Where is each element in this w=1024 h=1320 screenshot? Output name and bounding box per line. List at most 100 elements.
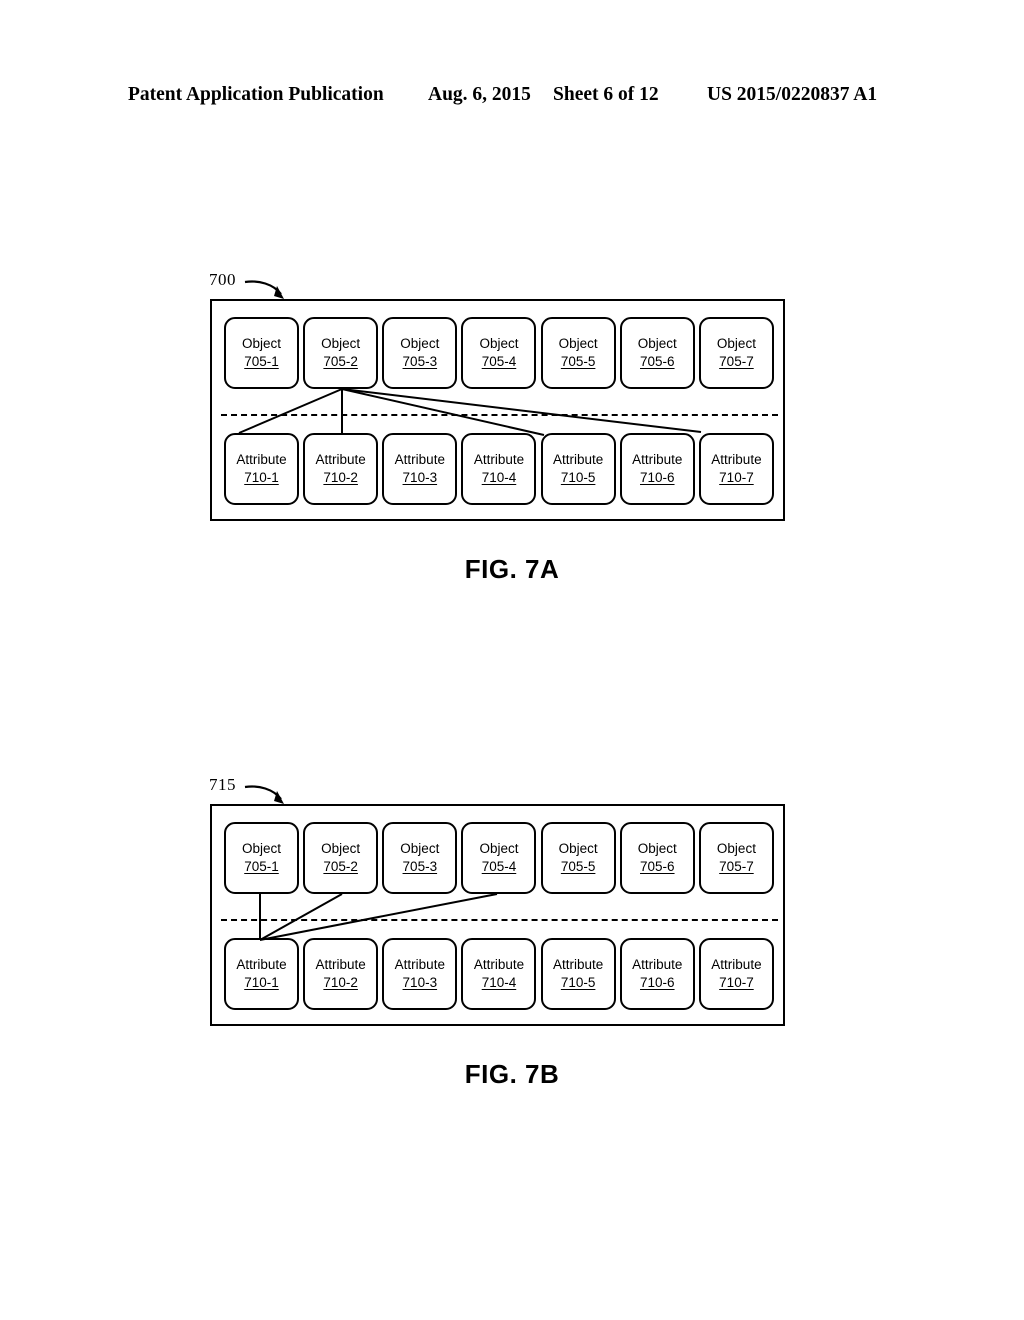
attribute-node[interactable]: Attribute 710-6 <box>619 938 695 1010</box>
object-node[interactable]: Object 705-5 <box>540 317 616 389</box>
object-node[interactable]: Object 705-2 <box>303 317 379 389</box>
object-node-title: Object <box>479 840 519 856</box>
header-publication-title: Patent Application Publication <box>128 84 384 105</box>
attribute-node-title: Attribute <box>236 956 287 972</box>
attribute-node-id: 710-2 <box>323 470 358 485</box>
attribute-node[interactable]: Attribute 710-7 <box>698 938 774 1010</box>
object-node-title: Object <box>637 335 677 351</box>
attribute-node-title: Attribute <box>315 956 366 972</box>
attribute-node-id: 710-4 <box>481 975 517 990</box>
attribute-node[interactable]: Attribute 710-4 <box>461 433 537 505</box>
figure-7a-object-row: Object 705-1 Object 705-2 Object 705-3 O… <box>224 317 774 389</box>
attribute-node-id: 710-6 <box>640 975 675 990</box>
object-node-title: Object <box>558 840 598 856</box>
object-node-title: Object <box>716 840 756 856</box>
object-node-title: Object <box>558 335 598 351</box>
header-sheet-number: Sheet 6 of 12 <box>553 84 659 105</box>
object-node-id: 705-4 <box>481 859 517 874</box>
figure-7b-container: Object 705-1 Object 705-2 Object 705-3 O… <box>210 804 785 1026</box>
object-node-id: 705-2 <box>323 859 358 874</box>
object-node[interactable]: Object 705-6 <box>619 317 695 389</box>
object-node-id: 705-1 <box>244 859 279 874</box>
object-node-title: Object <box>241 335 282 351</box>
attribute-node[interactable]: Attribute 710-3 <box>382 938 458 1010</box>
figure-7b-reference-number: 715 <box>209 775 236 794</box>
attribute-node-title: Attribute <box>711 451 762 467</box>
object-node[interactable]: Object 705-2 <box>303 822 379 894</box>
figure-7b-dashed-separator <box>221 919 778 921</box>
attribute-node-id: 710-7 <box>719 470 754 485</box>
object-node[interactable]: Object 705-1 <box>224 317 299 389</box>
object-node-title: Object <box>637 840 677 856</box>
attribute-node-title: Attribute <box>711 956 762 972</box>
object-node-title: Object <box>321 335 361 351</box>
attribute-node[interactable]: Attribute 710-2 <box>303 938 379 1010</box>
figure-7b-object-row: Object 705-1 Object 705-2 Object 705-3 O… <box>224 822 774 894</box>
object-node-id: 705-7 <box>719 354 754 369</box>
figure-7b-attribute-row: Attribute 710-1 Attribute 710-2 Attribut… <box>224 938 774 1010</box>
object-node[interactable]: Object 705-7 <box>698 317 774 389</box>
object-node-id: 705-4 <box>481 354 517 369</box>
attribute-node-title: Attribute <box>394 956 445 972</box>
object-node-id: 705-1 <box>244 354 279 369</box>
object-node[interactable]: Object 705-4 <box>461 317 537 389</box>
attribute-node-id: 710-5 <box>560 975 596 990</box>
attribute-node-id: 710-6 <box>640 470 675 485</box>
attribute-node[interactable]: Attribute 710-7 <box>698 433 774 505</box>
object-node-id: 705-3 <box>402 354 438 369</box>
object-node[interactable]: Object 705-7 <box>698 822 774 894</box>
attribute-node[interactable]: Attribute 710-1 <box>224 938 299 1010</box>
object-node-title: Object <box>241 840 282 856</box>
attribute-node[interactable]: Attribute 710-5 <box>540 433 616 505</box>
attribute-node-title: Attribute <box>552 451 604 467</box>
figure-7a-container: Object 705-1 Object 705-2 Object 705-3 O… <box>210 299 785 521</box>
attribute-node-title: Attribute <box>552 956 604 972</box>
attribute-node-title: Attribute <box>473 451 525 467</box>
header-document-number: US 2015/0220837 A1 <box>707 84 878 105</box>
figure-7a-reference-number: 700 <box>209 270 236 289</box>
object-node-title: Object <box>716 335 756 351</box>
attribute-node[interactable]: Attribute 710-3 <box>382 433 458 505</box>
object-node[interactable]: Object 705-6 <box>619 822 695 894</box>
attribute-node[interactable]: Attribute 710-6 <box>619 433 695 505</box>
object-node[interactable]: Object 705-4 <box>461 822 537 894</box>
object-node[interactable]: Object 705-3 <box>382 317 458 389</box>
attribute-node-id: 710-3 <box>402 470 438 485</box>
attribute-node-id: 710-3 <box>402 975 438 990</box>
object-node-title: Object <box>400 840 440 856</box>
object-node-id: 705-7 <box>719 859 754 874</box>
attribute-node-id: 710-1 <box>244 470 279 485</box>
attribute-node-title: Attribute <box>632 451 683 467</box>
object-node[interactable]: Object 705-5 <box>540 822 616 894</box>
page-header: Patent Application Publication Aug. 6, 2… <box>0 84 1024 118</box>
attribute-node-id: 710-1 <box>244 975 279 990</box>
object-node-title: Object <box>321 840 361 856</box>
attribute-node-id: 710-7 <box>719 975 754 990</box>
object-node-id: 705-6 <box>640 859 675 874</box>
figure-7a-dashed-separator <box>221 414 778 416</box>
attribute-node-title: Attribute <box>473 956 525 972</box>
object-node-id: 705-2 <box>323 354 358 369</box>
attribute-node-title: Attribute <box>315 451 366 467</box>
figure-7b-caption: FIG. 7B <box>464 1059 560 1089</box>
object-node[interactable]: Object 705-3 <box>382 822 458 894</box>
object-node-id: 705-5 <box>560 859 596 874</box>
object-node[interactable]: Object 705-1 <box>224 822 299 894</box>
figure-7a-attribute-row: Attribute 710-1 Attribute 710-2 Attribut… <box>224 433 774 505</box>
object-node-id: 705-5 <box>560 354 596 369</box>
attribute-node[interactable]: Attribute 710-5 <box>540 938 616 1010</box>
object-node-id: 705-3 <box>402 859 438 874</box>
attribute-node-title: Attribute <box>394 451 445 467</box>
attribute-node[interactable]: Attribute 710-4 <box>461 938 537 1010</box>
attribute-node-title: Attribute <box>632 956 683 972</box>
figure-7a-caption: FIG. 7A <box>464 554 560 584</box>
attribute-node[interactable]: Attribute 710-2 <box>303 433 379 505</box>
object-node-title: Object <box>479 335 519 351</box>
attribute-node-id: 710-2 <box>323 975 358 990</box>
object-node-title: Object <box>400 335 440 351</box>
attribute-node-id: 710-4 <box>481 470 517 485</box>
header-date: Aug. 6, 2015 <box>428 84 531 105</box>
attribute-node-id: 710-5 <box>560 470 596 485</box>
object-node-id: 705-6 <box>640 354 675 369</box>
attribute-node[interactable]: Attribute 710-1 <box>224 433 299 505</box>
